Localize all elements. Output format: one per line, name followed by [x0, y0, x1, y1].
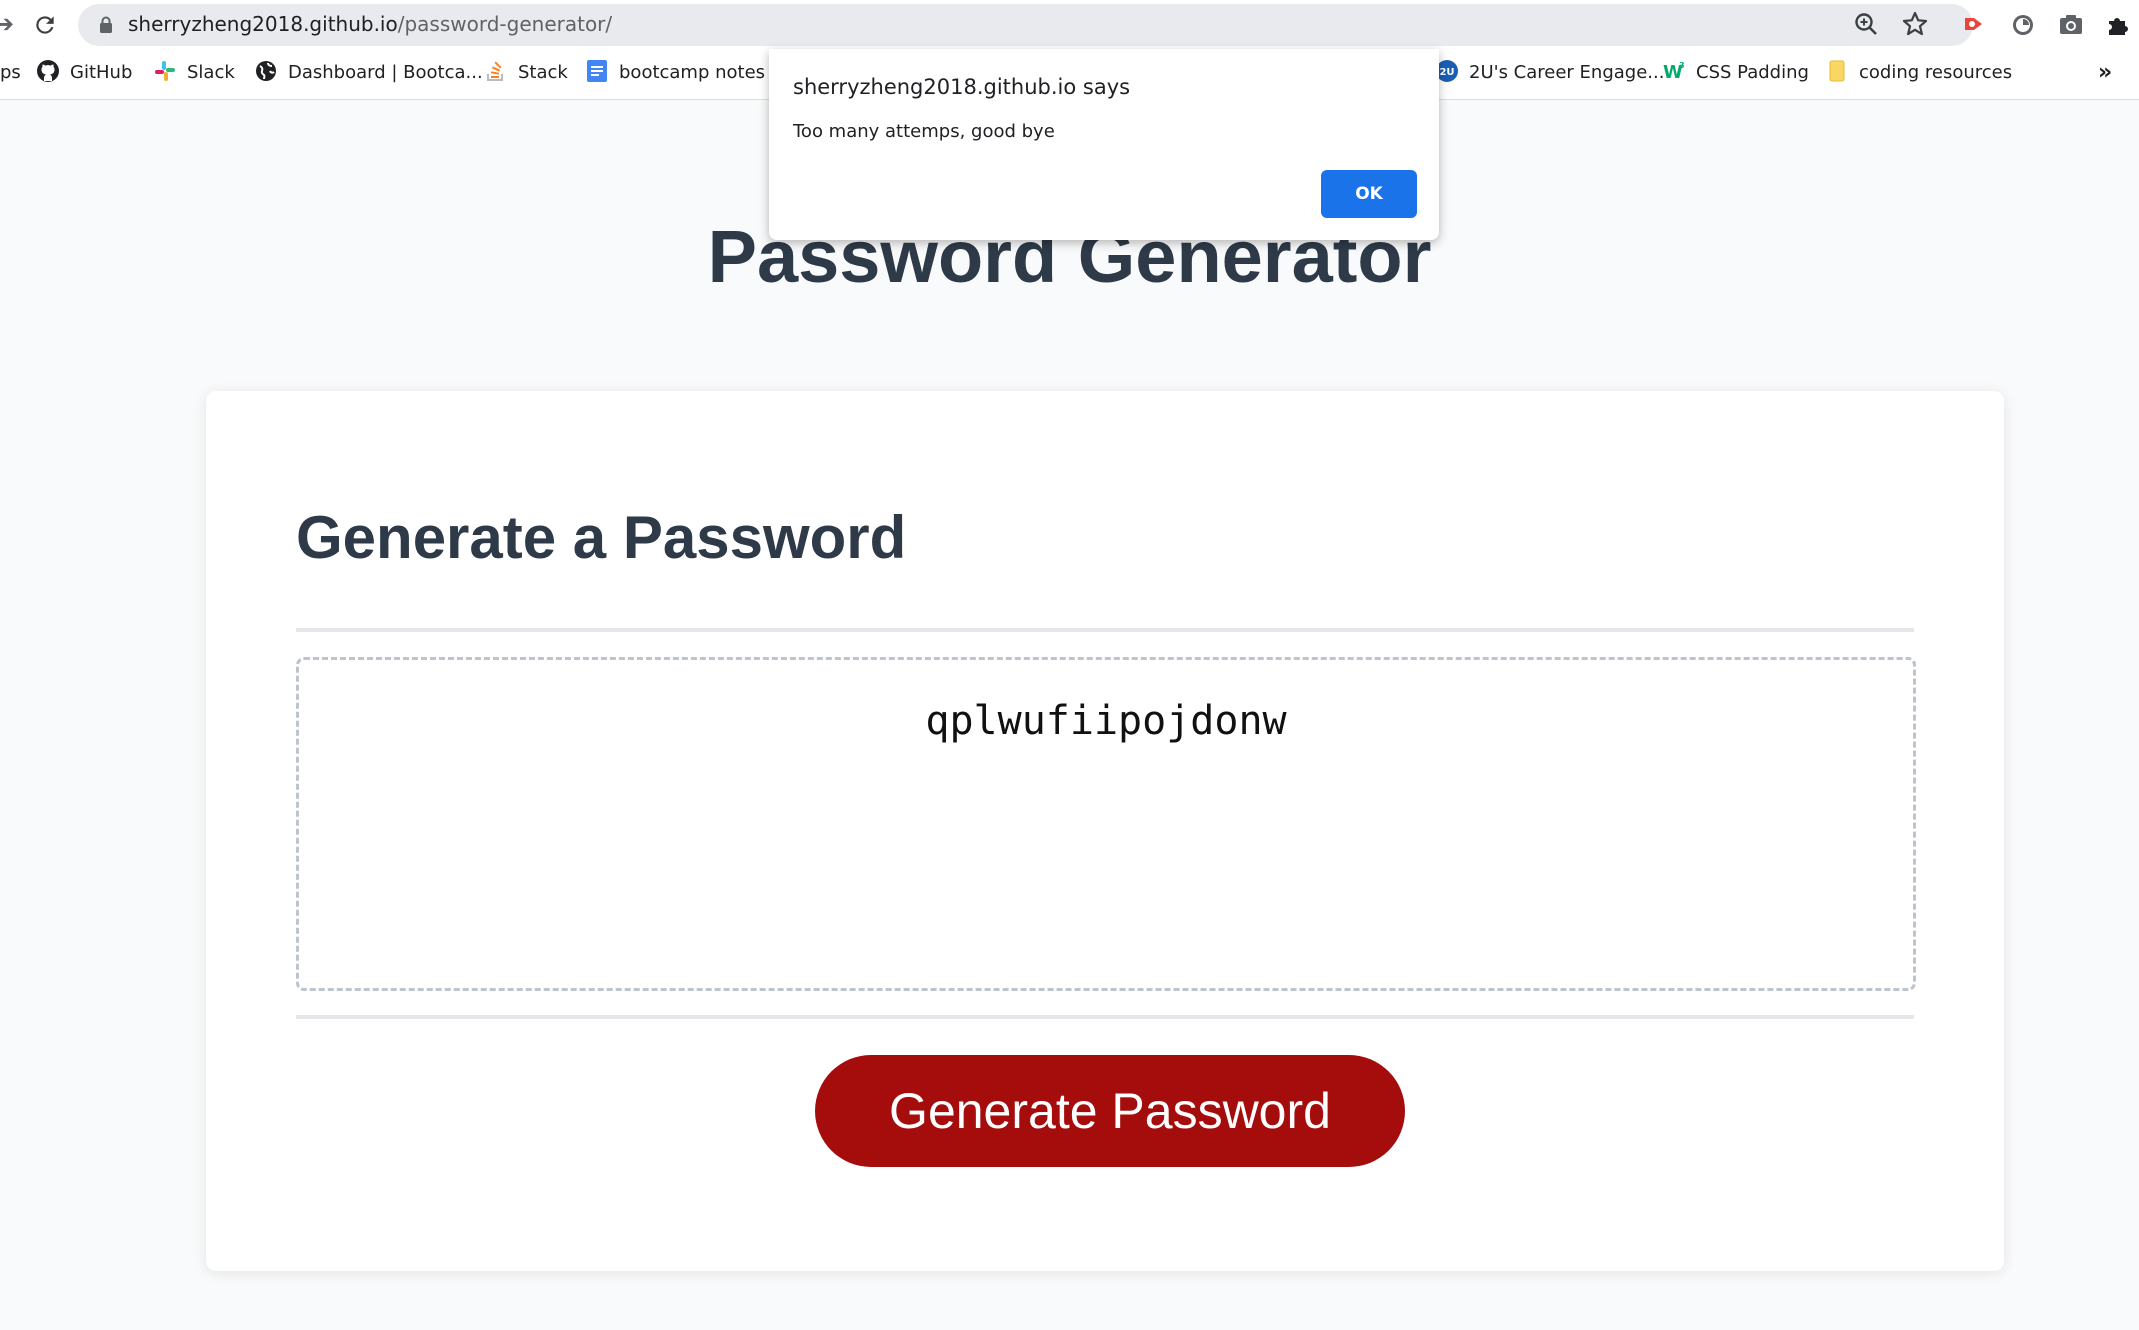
password-textarea[interactable]: qplwufiipojdonw [296, 657, 1916, 991]
camera-icon[interactable] [2057, 10, 2085, 38]
footer-divider [296, 1015, 1914, 1019]
bookmark-label: Slack [187, 62, 235, 83]
alert-title: sherryzheng2018.github.io says [793, 75, 1131, 99]
lock-icon [100, 16, 112, 33]
bookmark-css-padding[interactable]: W 3 CSS Padding [1662, 60, 1809, 88]
bookmark-label: CSS Padding [1696, 62, 1809, 83]
header-divider [296, 628, 1914, 632]
alert-ok-button[interactable]: OK [1321, 170, 1417, 218]
bookmark-label: GitHub [70, 62, 133, 83]
bookmark-2u-career[interactable]: 2U 2U's Career Engage... [1435, 60, 1664, 88]
stackoverflow-icon [487, 61, 503, 81]
generate-password-button[interactable]: Generate Password [815, 1055, 1405, 1167]
bookmark-bootcamp-notes[interactable]: bootcamp notes -... [585, 60, 794, 88]
slack-icon [155, 61, 175, 81]
url-path: /password-generator/ [397, 12, 613, 36]
url-text[interactable]: sherryzheng2018.github.io/password-gener… [128, 12, 612, 36]
url-host: sherryzheng2018.github.io [128, 12, 398, 36]
back-arrow-icon[interactable]: ➔ [0, 10, 14, 38]
svg-text:3: 3 [1679, 61, 1685, 70]
card-heading: Generate a Password [296, 504, 907, 571]
folder-icon [1829, 60, 1845, 82]
bookmark-label: coding resources [1859, 62, 2013, 83]
bookmark-github[interactable]: GitHub [36, 60, 132, 88]
bookmark-label: Stack [518, 62, 568, 83]
zoom-icon[interactable] [1852, 10, 1880, 38]
w3schools-icon: W3 [1663, 61, 1685, 83]
password-card: Generate a Password qplwufiipojdonw Gene… [206, 391, 2004, 1271]
globe-icon [256, 61, 276, 81]
alert-dialog: sherryzheng2018.github.io says Too many … [769, 49, 1439, 240]
bookmarks-overflow-chevron[interactable]: » [2098, 60, 2112, 88]
alert-message: Too many attemps, good bye [793, 121, 1055, 142]
extension-timer-icon[interactable] [2009, 10, 2037, 38]
reload-icon[interactable] [32, 12, 58, 38]
extension-arrow-icon[interactable] [1960, 10, 1988, 38]
bookmark-stack[interactable]: Stack [484, 60, 568, 88]
password-output: qplwufiipojdonw [925, 698, 1287, 744]
star-icon[interactable] [1901, 10, 1929, 38]
bookmark-partial[interactable]: ps [0, 60, 21, 88]
puzzle-extensions-icon[interactable] [2104, 10, 2132, 38]
github-icon [37, 60, 59, 82]
bookmark-label: Dashboard | Bootca... [288, 62, 483, 83]
bookmark-slack[interactable]: Slack [153, 60, 235, 88]
bookmark-dashboard[interactable]: Dashboard | Bootca... [254, 60, 483, 88]
svg-text:2U: 2U [1439, 67, 1454, 78]
bookmark-label: 2U's Career Engage... [1469, 62, 1665, 83]
browser-toolbar: ➔ sherryzheng2018.github.io/password-gen… [0, 0, 2139, 49]
google-docs-icon [587, 60, 607, 82]
bookmark-coding-resources[interactable]: coding resources [1825, 60, 2012, 88]
